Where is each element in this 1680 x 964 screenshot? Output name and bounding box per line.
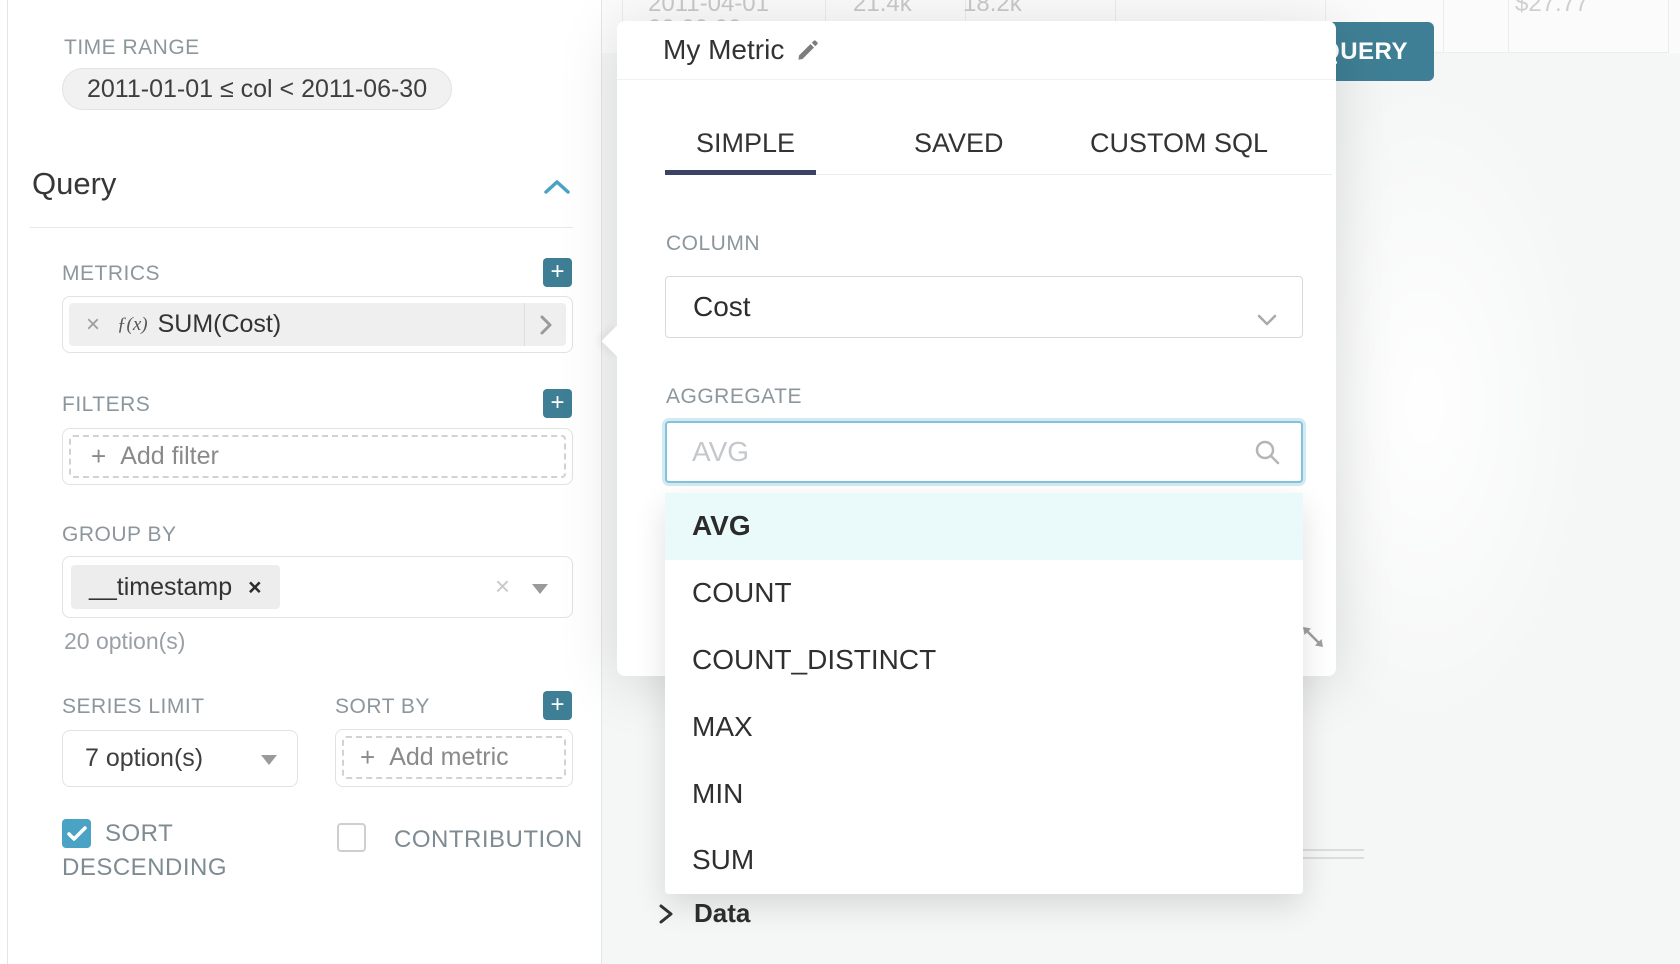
table-cell-value: 18.2k [963, 0, 1022, 18]
table-cell-value: 21.4k [853, 0, 912, 18]
aggregate-option-sum[interactable]: SUM [665, 827, 1303, 894]
caret-right-icon [539, 314, 553, 336]
metric-title: My Metric [663, 34, 784, 66]
checkmark-icon [67, 826, 87, 842]
aggregate-option-max[interactable]: MAX [665, 693, 1303, 760]
edit-pencil-icon[interactable] [796, 38, 820, 62]
add-metric-button[interactable]: + [543, 258, 572, 287]
add-sort-metric-button[interactable]: + [543, 691, 572, 720]
aggregate-label: AGGREGATE [666, 385, 802, 409]
column-label: COLUMN [666, 232, 760, 256]
chevron-up-icon [543, 178, 571, 196]
aggregate-option-count[interactable]: COUNT [665, 560, 1303, 627]
add-metric-placeholder: Add metric [389, 743, 508, 772]
plus-icon: + [360, 742, 375, 773]
tab-active-indicator [665, 170, 816, 175]
query-section-title: Query [32, 166, 116, 202]
control-panel: TIME RANGE 2011-01-01 ≤ col < 2011-06-30… [0, 0, 601, 964]
add-filter-placeholder: Add filter [120, 442, 219, 471]
group-by-options-hint: 20 option(s) [64, 628, 185, 655]
tab-saved[interactable]: SAVED [914, 128, 1004, 159]
search-icon [1253, 438, 1281, 471]
tab-simple[interactable]: SIMPLE [696, 128, 795, 159]
table-gridline [1668, 0, 1669, 53]
resize-diagonal-icon[interactable] [1299, 623, 1327, 656]
clear-select-icon[interactable]: × [495, 571, 510, 602]
contribution-label: CONTRIBUTION [394, 823, 583, 857]
panel-divider[interactable] [601, 0, 602, 964]
aggregate-option-min[interactable]: MIN [665, 760, 1303, 827]
metric-name: SUM(Cost) [158, 310, 524, 339]
group-by-tag-value: __timestamp [89, 573, 232, 602]
plus-icon: + [91, 441, 106, 472]
collapse-section-button[interactable] [543, 178, 571, 201]
time-range-label: TIME RANGE [64, 36, 200, 60]
filters-label: FILTERS [62, 393, 150, 417]
group-by-tag: __timestamp × [71, 565, 280, 609]
popover-header: My Metric [617, 21, 1336, 80]
table-gridline [1508, 0, 1509, 53]
add-filter-button[interactable]: + [543, 389, 572, 418]
aggregate-options-list: AVG COUNT COUNT_DISTINCT MAX MIN SUM [665, 493, 1303, 894]
series-limit-label: SERIES LIMIT [62, 695, 205, 719]
group-by-label: GROUP BY [62, 523, 176, 547]
aggregate-option-count-distinct[interactable]: COUNT_DISTINCT [665, 627, 1303, 694]
panel-edge-divider [7, 0, 8, 964]
sort-by-label: SORT BY [335, 695, 430, 719]
table-gridline [1443, 0, 1444, 53]
chevron-down-icon [1256, 302, 1278, 334]
section-divider [30, 227, 573, 228]
data-panel-title: Data [694, 898, 750, 929]
metric-pill[interactable]: × ƒ(x) SUM(Cost) [69, 303, 566, 346]
sort-by-control: + Add metric [335, 729, 573, 787]
metrics-label: METRICS [62, 262, 160, 286]
table-cell-value: $27.77 [1515, 0, 1588, 18]
add-sort-metric-dropzone[interactable]: + Add metric [342, 736, 566, 779]
series-limit-select[interactable]: 7 option(s) [62, 730, 298, 787]
sort-descending-checkbox[interactable] [62, 819, 91, 848]
aggregate-option-avg[interactable]: AVG [665, 493, 1303, 560]
remove-tag-icon[interactable]: × [248, 574, 261, 601]
contribution-control[interactable]: CONTRIBUTION [337, 823, 583, 857]
sort-descending-control[interactable]: SORT DESCENDING [62, 817, 280, 885]
aggregate-search-input[interactable] [665, 421, 1303, 483]
series-limit-value: 7 option(s) [85, 744, 203, 773]
data-panel-header[interactable]: Data [658, 898, 750, 929]
column-select[interactable]: Cost [665, 276, 1303, 338]
filters-control: + Add filter [62, 428, 573, 485]
function-icon: ƒ(x) [117, 314, 148, 336]
time-range-pill[interactable]: 2011-01-01 ≤ col < 2011-06-30 [62, 68, 452, 110]
select-caret-icon [261, 755, 277, 765]
explore-view: 2011-04-01 00:00:00 21.4k 18.2k $27.77 R… [0, 0, 1680, 964]
chevron-right-icon [658, 902, 674, 926]
aggregate-select [665, 421, 1303, 483]
remove-metric-icon[interactable]: × [69, 311, 117, 339]
contribution-checkbox[interactable] [337, 823, 366, 852]
group-by-select[interactable]: __timestamp × × [62, 556, 573, 618]
expand-metric-button[interactable] [524, 303, 566, 346]
column-select-value: Cost [693, 291, 751, 323]
add-filter-dropzone[interactable]: + Add filter [69, 435, 566, 478]
metrics-control: × ƒ(x) SUM(Cost) [62, 296, 573, 353]
tab-custom-sql[interactable]: CUSTOM SQL [1090, 128, 1268, 159]
select-caret-icon[interactable] [532, 584, 548, 594]
